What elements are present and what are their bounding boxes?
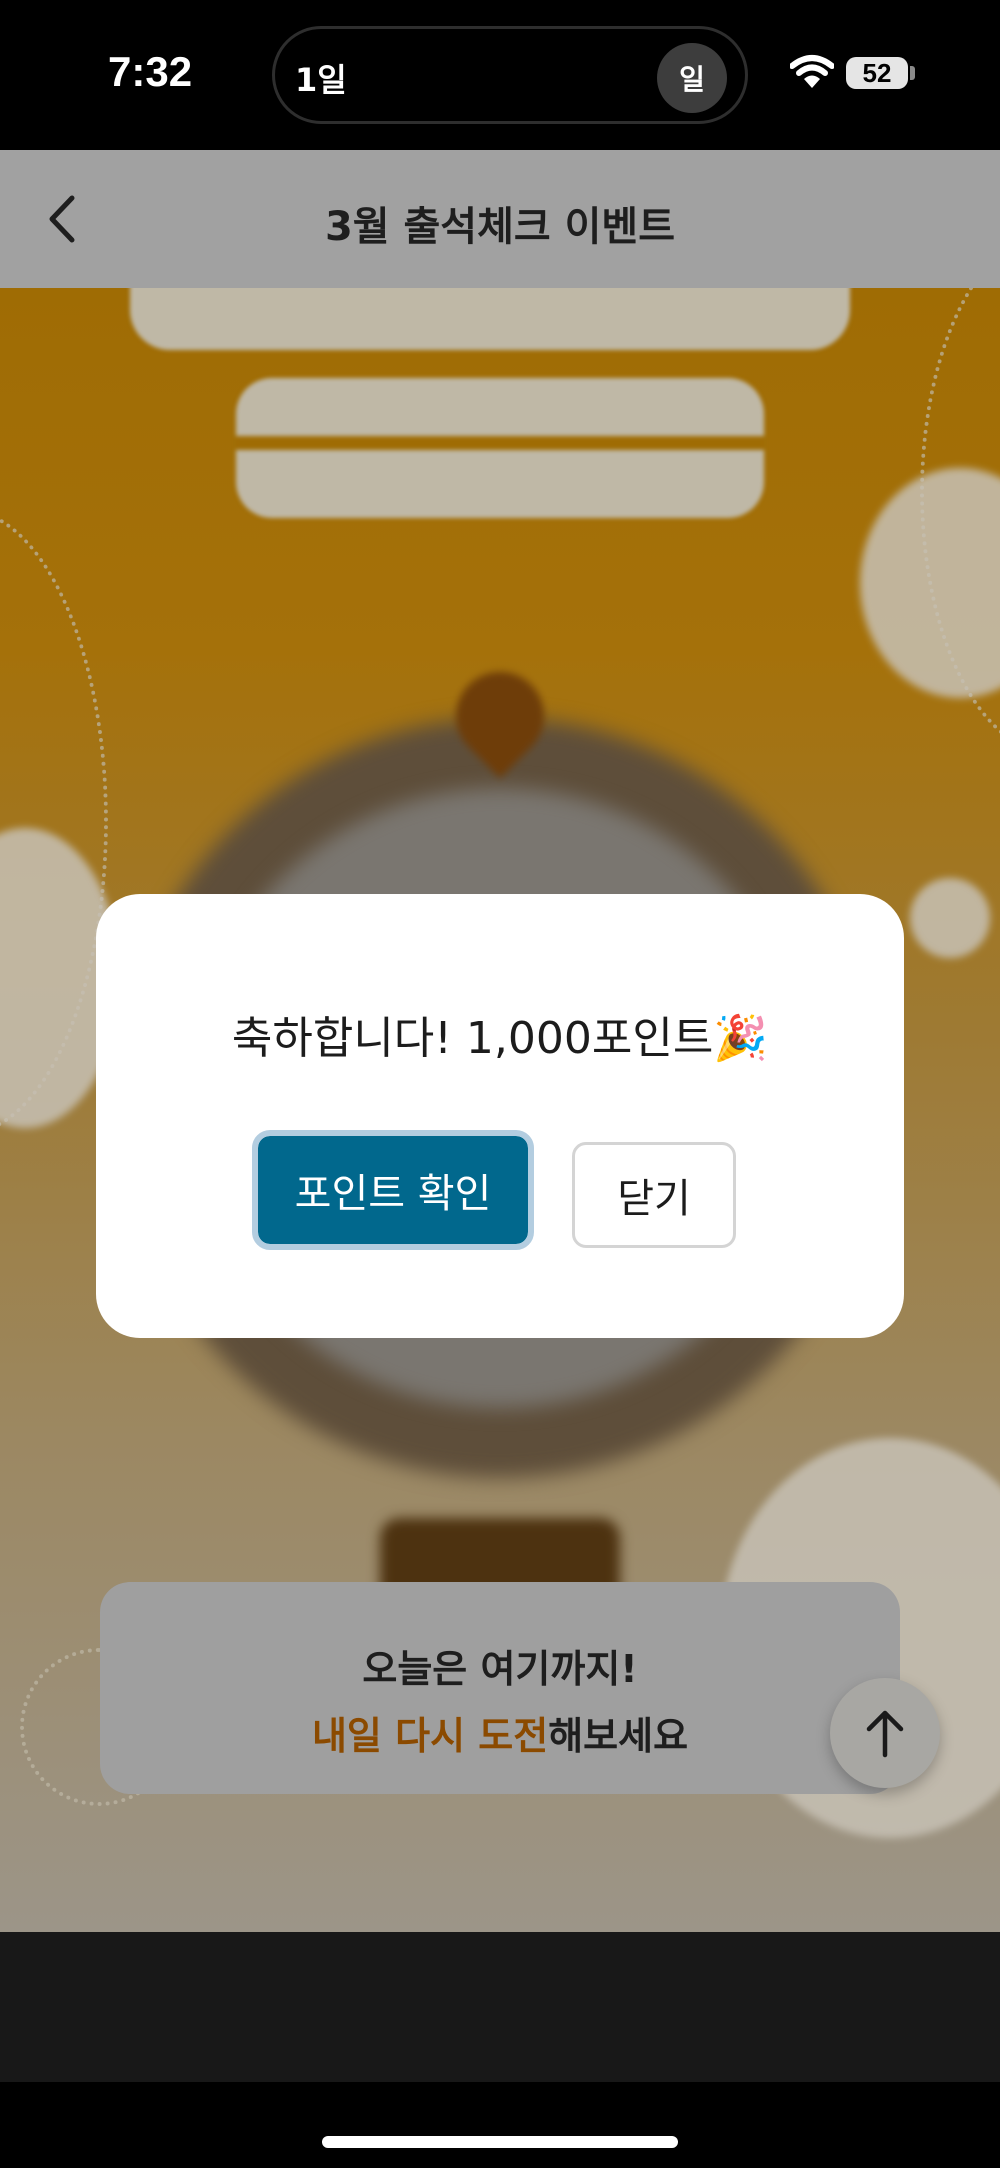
dynamic-island[interactable]: 1일 일 bbox=[272, 26, 748, 124]
close-button[interactable]: 닫기 bbox=[572, 1142, 736, 1248]
battery-level: 52 bbox=[862, 57, 892, 88]
status-time: 7:32 bbox=[108, 48, 193, 95]
result-card: 오늘은 여기까지! 내일 다시 도전해보세요 bbox=[100, 1582, 900, 1794]
arrow-up-icon bbox=[866, 1710, 904, 1758]
page-title: 3월 출석체크 이벤트 bbox=[324, 204, 676, 250]
scroll-top-button[interactable] bbox=[830, 1678, 940, 1788]
decorative-flower bbox=[860, 468, 1000, 698]
battery-icon: 52 bbox=[846, 57, 908, 89]
bottom-bar bbox=[0, 1932, 1000, 2082]
nav-bar: 3월 출석체크 이벤트 bbox=[0, 150, 1000, 288]
result-rest-text: 해보세요 bbox=[548, 1714, 689, 1758]
island-badge: 일 bbox=[657, 43, 727, 113]
result-line1: 오늘은 여기까지! bbox=[362, 1647, 638, 1691]
battery-tip bbox=[910, 66, 915, 80]
island-label: 1일 bbox=[295, 61, 347, 99]
check-points-button[interactable]: 포인트 확인 bbox=[252, 1130, 534, 1250]
home-indicator-area bbox=[0, 2082, 1000, 2168]
decorative-flower bbox=[910, 878, 990, 958]
home-indicator[interactable] bbox=[322, 2136, 678, 2148]
background-title-graphic bbox=[130, 288, 850, 350]
wifi-icon bbox=[790, 55, 834, 88]
reward-dialog: 축하합니다! 1,000포인트🎉 포인트 확인 닫기 bbox=[96, 894, 904, 1338]
result-accent-text: 내일 다시 도전 bbox=[311, 1714, 549, 1758]
background-title-graphic bbox=[236, 378, 764, 518]
dialog-message: 축하합니다! 1,000포인트🎉 bbox=[231, 1013, 769, 1064]
result-line2: 내일 다시 도전해보세요 bbox=[100, 1705, 900, 1760]
status-bar: 7:32 1일 일 52 bbox=[0, 0, 1000, 150]
